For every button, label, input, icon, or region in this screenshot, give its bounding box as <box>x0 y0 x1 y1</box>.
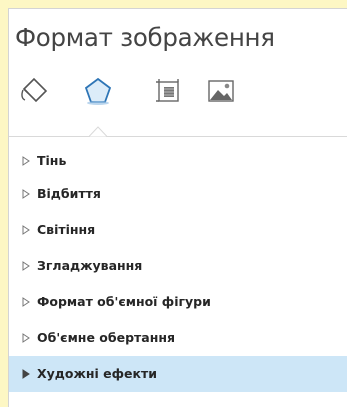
pentagon-shape-icon <box>82 75 114 107</box>
size-properties-tab[interactable] <box>152 75 184 107</box>
tab-separator <box>9 136 347 137</box>
layout-size-icon <box>152 75 184 107</box>
section-3d-rotation[interactable]: Об'ємне обертання <box>9 320 347 356</box>
expand-triangle-icon <box>22 156 30 166</box>
expand-triangle-icon <box>22 297 30 307</box>
section-label: Згладжування <box>37 258 143 273</box>
section-3d-format[interactable]: Формат об'ємної фігури <box>9 284 347 320</box>
expand-triangle-icon <box>22 369 30 379</box>
section-artistic-effects[interactable]: Художні ефекти <box>9 356 347 392</box>
section-shadow[interactable]: Тінь <box>9 146 347 176</box>
section-label: Художні ефекти <box>37 366 158 381</box>
section-reflection[interactable]: Відбиття <box>9 176 347 212</box>
sections-list: Тінь Відбиття Світіння Згладжування Форм… <box>9 146 347 392</box>
format-picture-pane: Формат зображення Тінь Відбиття Світіння… <box>8 8 347 407</box>
section-label: Відбиття <box>37 186 101 201</box>
effects-tab[interactable] <box>82 75 114 107</box>
section-label: Тінь <box>37 153 67 168</box>
expand-triangle-icon <box>22 261 30 271</box>
picture-tab[interactable] <box>205 75 237 107</box>
picture-icon <box>205 75 237 107</box>
expand-triangle-icon <box>22 333 30 343</box>
section-soft-edges[interactable]: Згладжування <box>9 248 347 284</box>
section-label: Світіння <box>37 222 96 237</box>
section-label: Формат об'ємної фігури <box>37 294 211 309</box>
section-glow[interactable]: Світіння <box>9 212 347 248</box>
fill-line-tab[interactable] <box>19 75 51 107</box>
pane-title: Формат зображення <box>15 23 275 52</box>
pane-tab-row <box>9 75 347 123</box>
selected-tab-pointer <box>89 126 107 137</box>
paint-bucket-icon <box>19 75 51 107</box>
expand-triangle-icon <box>22 189 30 199</box>
section-label: Об'ємне обертання <box>37 330 175 345</box>
expand-triangle-icon <box>22 225 30 235</box>
